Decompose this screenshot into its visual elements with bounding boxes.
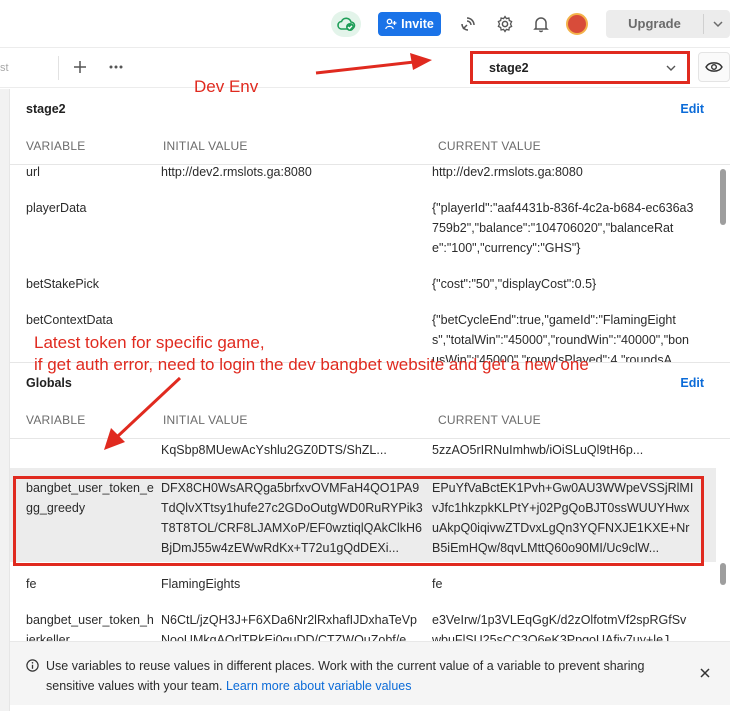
column-header-initial: INITIAL VALUE (163, 139, 248, 153)
annotation-token-line-1: Latest token for specific game, (34, 333, 265, 352)
globals-scrollbar[interactable] (720, 563, 726, 585)
column-header-initial: INITIAL VALUE (163, 413, 248, 427)
tab-stub[interactable]: st (0, 62, 9, 74)
close-icon[interactable] (698, 666, 712, 680)
current-value[interactable]: http://dev2.rmslots.ga:8080 (432, 162, 694, 182)
tab-divider (58, 56, 59, 80)
current-value[interactable]: 5zzAO5rIRNuImhwb/iOiSLuQl9tH6p... (432, 440, 694, 460)
variable-name: betContextData (26, 313, 113, 327)
info-banner: Use variables to reuse values in differe… (10, 641, 730, 705)
variable-name: fe (26, 577, 37, 591)
globals-edit-link[interactable]: Edit (680, 376, 704, 390)
current-value[interactable]: e3VeIrw/1p3VLEqGgK/d2zOlfotmVf2spRGfSvwb… (432, 610, 694, 641)
chevron-down-icon[interactable] (710, 16, 726, 32)
token-row-highlight-box (13, 476, 704, 566)
plus-icon[interactable] (70, 57, 90, 77)
invite-button[interactable]: Invite (378, 12, 441, 36)
eye-icon (705, 62, 723, 72)
info-banner-text: Use variables to reuse values in differe… (46, 656, 666, 696)
cloud-check-icon (337, 17, 356, 31)
initial-value[interactable]: FlamingEights (161, 574, 423, 594)
column-header-variable: VARIABLE (26, 413, 86, 427)
annotation-token-line-2: if get auth error, need to login the dev… (34, 355, 589, 374)
environment-quick-look-panel: stage2 Edit VARIABLE INITIAL VALUE CURRE… (10, 89, 730, 711)
info-icon (26, 659, 39, 672)
table-row[interactable]: KqSbp8MUewAcYshlu2GZ0DTS/ShZL... 5zzAO5r… (10, 440, 716, 460)
upgrade-divider (703, 14, 704, 34)
current-value[interactable]: fe (432, 574, 694, 594)
column-header-variable: VARIABLE (26, 139, 86, 153)
environment-highlight-box (470, 51, 690, 84)
satellite-icon (461, 17, 475, 31)
gear-icon (497, 15, 513, 33)
satellite-button[interactable] (457, 13, 479, 35)
initial-value[interactable]: N6CtL/jzQH3J+F6XDa6Nr2lRxhafIJDxhaTeVpNo… (161, 610, 423, 641)
top-bar: Invite Upgrade (0, 0, 730, 48)
initial-value[interactable]: http://dev2.rmslots.ga:8080 (161, 162, 423, 182)
add-person-icon (385, 18, 397, 30)
invite-label: Invite (401, 17, 434, 31)
learn-more-link[interactable]: Learn more about variable values (226, 679, 412, 693)
environment-title: stage2 (26, 102, 66, 116)
notifications-button[interactable] (530, 13, 552, 35)
environment-table-header: VARIABLE INITIAL VALUE CURRENT VALUE (10, 127, 730, 165)
globals-table-header: VARIABLE INITIAL VALUE CURRENT VALUE (10, 401, 730, 439)
variable-name: url (26, 165, 40, 179)
initial-value[interactable]: KqSbp8MUewAcYshlu2GZ0DTS/ShZL... (161, 440, 423, 460)
cloud-sync-status[interactable] (331, 11, 361, 37)
settings-button[interactable] (494, 13, 516, 35)
globals-title: Globals (26, 376, 72, 390)
environment-section-header: stage2 Edit (10, 89, 730, 129)
environment-edit-link[interactable]: Edit (680, 102, 704, 116)
current-value[interactable]: {"playerId":"aaf4431b-836f-4c2a-b684-ec6… (432, 198, 694, 258)
left-panel-edge (0, 89, 10, 711)
table-row[interactable]: bangbet_user_token_hierkeller N6CtL/jzQH… (10, 610, 716, 641)
upgrade-label: Upgrade (628, 16, 681, 31)
variable-name: betStakePick (26, 277, 99, 291)
environment-scrollbar[interactable] (720, 169, 726, 225)
annotation-dev-env: Dev Env (194, 77, 259, 96)
environment-quick-look-button[interactable] (698, 52, 730, 82)
bell-icon (533, 17, 549, 33)
variable-name: playerData (26, 201, 87, 215)
current-value[interactable]: {"cost":"50","displayCost":0.5} (432, 274, 694, 294)
column-header-current: CURRENT VALUE (438, 413, 541, 427)
avatar[interactable] (566, 13, 588, 35)
more-dots-icon[interactable] (106, 57, 126, 77)
column-header-current: CURRENT VALUE (438, 139, 541, 153)
variable-name: bangbet_user_token_hierkeller (26, 613, 154, 641)
upgrade-button[interactable]: Upgrade (606, 10, 730, 38)
